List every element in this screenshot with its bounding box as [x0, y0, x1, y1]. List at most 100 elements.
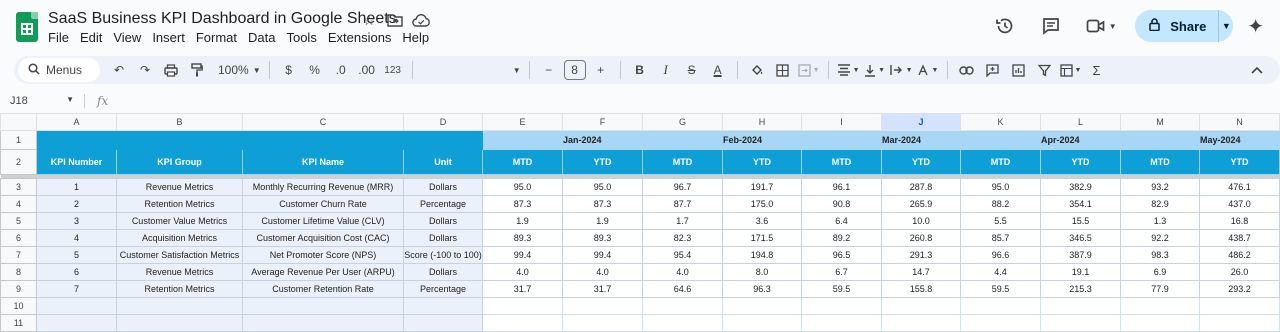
column-header-a[interactable]: A [36, 113, 117, 131]
header-cell-blank[interactable] [1120, 130, 1200, 150]
column-header-d[interactable]: D [403, 113, 483, 131]
kpi-group-cell[interactable]: Acquisition Metrics [116, 229, 243, 247]
value-cell[interactable]: 15.5 [1040, 212, 1121, 230]
redo-icon[interactable]: ↷ [134, 58, 156, 82]
zoom-select[interactable]: 100% ▼ [218, 58, 261, 82]
kpi-name-cell[interactable]: Net Promoter Score (NPS) [242, 246, 404, 264]
unit-cell[interactable]: Dollars [403, 263, 483, 281]
column-header-l[interactable]: L [1040, 113, 1121, 131]
month-header-jan[interactable]: Jan-2024 [562, 130, 643, 150]
month-header-mar[interactable]: Mar-2024 [881, 130, 961, 150]
horizontal-align-icon[interactable]: ▼ [837, 58, 860, 82]
empty-cell[interactable] [482, 314, 563, 332]
percent-format-button[interactable]: % [304, 58, 326, 82]
value-cell[interactable]: 215.3 [1040, 280, 1121, 298]
text-rotation-icon[interactable]: ▼ [917, 58, 939, 82]
value-cell[interactable]: 476.1 [1199, 178, 1280, 196]
header-cell-blank[interactable] [801, 130, 882, 150]
kpi-group-cell[interactable]: Revenue Metrics [116, 178, 243, 196]
unit-cell[interactable]: Score (-100 to 100) [403, 246, 483, 264]
value-cell[interactable]: 191.7 [722, 178, 802, 196]
value-cell[interactable]: 96.5 [801, 246, 882, 264]
menu-edit[interactable]: Edit [80, 30, 108, 45]
empty-cell[interactable] [482, 297, 563, 315]
value-cell[interactable]: 8.0 [722, 263, 802, 281]
value-cell[interactable]: 88.2 [960, 195, 1041, 213]
value-cell[interactable]: 4.0 [642, 263, 723, 281]
text-wrapping-icon[interactable]: ▼ [889, 58, 913, 82]
empty-cell[interactable] [242, 314, 404, 332]
kpi-number-cell[interactable]: 7 [36, 280, 117, 298]
empty-cell[interactable] [116, 314, 243, 332]
font-family-select[interactable]: ▼ [421, 58, 521, 82]
currency-format-button[interactable]: $ [278, 58, 300, 82]
value-cell[interactable]: 387.9 [1040, 246, 1121, 264]
month-header-apr[interactable]: Apr-2024 [1040, 130, 1121, 150]
empty-cell[interactable] [403, 314, 483, 332]
kpi-name-cell[interactable]: Customer Retention Rate [242, 280, 404, 298]
fill-color-icon[interactable] [746, 58, 768, 82]
value-cell[interactable]: 16.8 [1199, 212, 1280, 230]
unit-cell[interactable]: Percentage [403, 280, 483, 298]
empty-cell[interactable] [801, 314, 882, 332]
kpi-name-cell[interactable]: Customer Churn Rate [242, 195, 404, 213]
kpi-name-cell[interactable]: Monthly Recurring Revenue (MRR) [242, 178, 404, 196]
empty-cell[interactable] [960, 314, 1041, 332]
vertical-align-icon[interactable]: ▼ [864, 58, 886, 82]
menu-help[interactable]: Help [402, 30, 435, 45]
unit-cell[interactable]: Dollars [403, 229, 483, 247]
empty-cell[interactable] [562, 297, 643, 315]
kpi-name-cell[interactable]: Average Revenue Per User (ARPU) [242, 263, 404, 281]
unit-cell[interactable]: Dollars [403, 178, 483, 196]
value-cell[interactable]: 10.0 [881, 212, 961, 230]
bold-button[interactable]: B [629, 58, 651, 82]
filter-icon[interactable] [1034, 58, 1056, 82]
header-cell-blank[interactable] [642, 130, 723, 150]
text-color-button[interactable]: A [707, 58, 729, 82]
value-cell[interactable]: 93.2 [1120, 178, 1200, 196]
value-cell[interactable]: 99.4 [482, 246, 563, 264]
value-cell[interactable]: 95.4 [642, 246, 723, 264]
value-cell[interactable]: 6.7 [801, 263, 882, 281]
value-cell[interactable]: 92.2 [1120, 229, 1200, 247]
header-unit[interactable]: Unit [403, 149, 483, 175]
empty-cell[interactable] [642, 314, 723, 332]
value-cell[interactable]: 98.3 [1120, 246, 1200, 264]
value-cell[interactable]: 1.3 [1120, 212, 1200, 230]
value-cell[interactable]: 293.2 [1199, 280, 1280, 298]
menus-search[interactable]: Menus [18, 58, 100, 82]
value-cell[interactable]: 4.0 [482, 263, 563, 281]
empty-cell[interactable] [722, 297, 802, 315]
month-header-feb[interactable]: Feb-2024 [722, 130, 802, 150]
value-cell[interactable]: 14.7 [881, 263, 961, 281]
empty-cell[interactable] [242, 297, 404, 315]
value-cell[interactable]: 87.7 [642, 195, 723, 213]
unit-cell[interactable]: Percentage [403, 195, 483, 213]
row-number[interactable]: 4 [0, 195, 37, 213]
header-ytd[interactable]: YTD [1199, 149, 1280, 175]
value-cell[interactable]: 382.9 [1040, 178, 1121, 196]
empty-cell[interactable] [116, 297, 243, 315]
value-cell[interactable]: 171.5 [722, 229, 802, 247]
header-kpi-name[interactable]: KPI Name [242, 149, 404, 175]
value-cell[interactable]: 64.6 [642, 280, 723, 298]
decrease-decimal-button[interactable]: .0 [330, 58, 352, 82]
row-number[interactable]: 6 [0, 229, 37, 247]
empty-cell[interactable] [562, 314, 643, 332]
column-header-i[interactable]: I [801, 113, 882, 131]
value-cell[interactable]: 175.0 [722, 195, 802, 213]
kpi-number-cell[interactable]: 1 [36, 178, 117, 196]
functions-icon[interactable]: Σ [1086, 58, 1108, 82]
value-cell[interactable]: 89.3 [482, 229, 563, 247]
header-ytd[interactable]: YTD [562, 149, 643, 175]
gemini-sparkle-icon[interactable]: ✦ [1247, 14, 1264, 39]
kpi-number-cell[interactable]: 3 [36, 212, 117, 230]
month-header-may[interactable]: May-2024 [1199, 130, 1280, 150]
value-cell[interactable]: 5.5 [960, 212, 1041, 230]
row-number[interactable]: 1 [0, 130, 37, 150]
borders-icon[interactable] [772, 58, 794, 82]
menu-tools[interactable]: Tools [286, 30, 322, 45]
column-header-f[interactable]: F [562, 113, 643, 131]
header-cell-blank[interactable] [36, 130, 483, 150]
document-title[interactable]: SaaS Business KPI Dashboard in Google Sh… [48, 10, 397, 28]
